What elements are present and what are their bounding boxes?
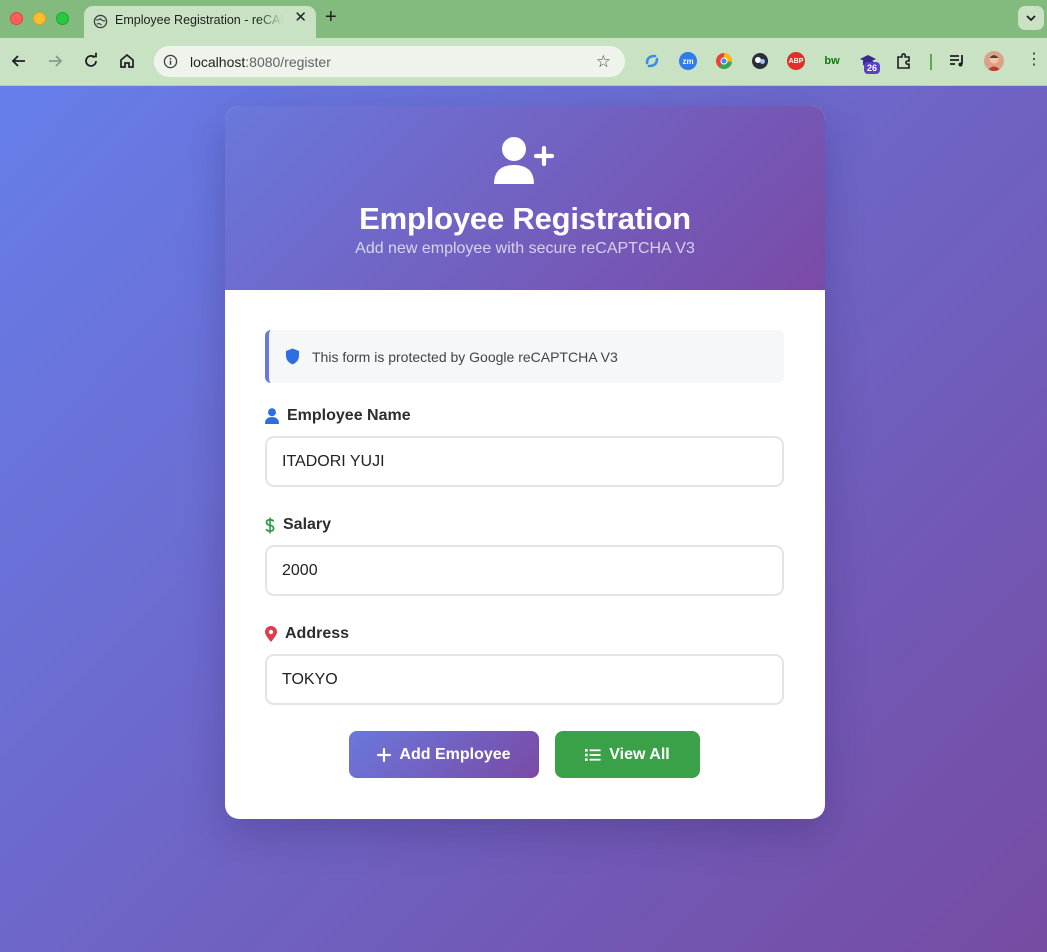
add-employee-label: Add Employee bbox=[399, 745, 511, 763]
add-employee-button[interactable]: Add Employee bbox=[349, 731, 539, 778]
plus-icon bbox=[377, 747, 392, 762]
back-arrow-icon[interactable] bbox=[9, 51, 29, 71]
url-host: localhost bbox=[190, 54, 246, 70]
notice-text: This form is protected by Google reCAPTC… bbox=[312, 349, 618, 365]
globe-icon bbox=[93, 14, 108, 29]
site-info-icon[interactable] bbox=[163, 54, 178, 69]
media-controls-icon[interactable] bbox=[948, 52, 966, 70]
puzzle-extensions-icon[interactable] bbox=[895, 52, 913, 70]
maximize-window-button[interactable] bbox=[56, 12, 69, 25]
employee-name-input[interactable] bbox=[265, 436, 784, 487]
salary-input[interactable] bbox=[265, 545, 784, 596]
url-text: localhost:8080/register bbox=[190, 54, 331, 70]
forward-arrow-icon[interactable] bbox=[45, 51, 65, 71]
recaptcha-notice: This form is protected by Google reCAPTC… bbox=[265, 330, 784, 383]
color-picker-extension-icon[interactable] bbox=[715, 52, 733, 70]
user-icon bbox=[265, 408, 279, 424]
extension-badge: 26 bbox=[864, 62, 881, 74]
adblock-extension-icon[interactable]: ABP bbox=[787, 52, 805, 70]
home-icon[interactable] bbox=[117, 51, 137, 71]
close-window-button[interactable] bbox=[10, 12, 23, 25]
dollar-sign-icon bbox=[265, 517, 275, 533]
shield-icon bbox=[286, 348, 299, 365]
profile-face-icon bbox=[987, 54, 1001, 71]
tab-title: Employee Registration - reCAPTCHA V3 bbox=[115, 13, 283, 27]
ghost-extension-icon[interactable] bbox=[751, 52, 769, 70]
url-path: :8080/register bbox=[245, 54, 331, 70]
list-icon bbox=[585, 748, 601, 761]
address-label-text: Address bbox=[285, 625, 350, 642]
tab-close-icon[interactable]: ✕ bbox=[294, 10, 307, 25]
bw-extension-icon[interactable]: bw bbox=[823, 52, 841, 70]
employee-name-label: Employee Name bbox=[265, 407, 411, 425]
new-tab-button[interactable]: + bbox=[325, 7, 337, 27]
zoom-extension-icon[interactable]: zm bbox=[679, 52, 697, 70]
salary-label-text: Salary bbox=[283, 516, 332, 533]
profile-avatar[interactable] bbox=[984, 51, 1004, 71]
user-plus-icon bbox=[494, 137, 555, 184]
view-all-label: View All bbox=[609, 745, 670, 763]
chevron-down-icon bbox=[1026, 15, 1036, 22]
view-all-button[interactable]: View All bbox=[555, 731, 700, 778]
address-input[interactable] bbox=[265, 654, 784, 705]
map-pin-icon bbox=[265, 626, 277, 642]
tab-search-button[interactable] bbox=[1018, 6, 1044, 30]
employee-name-label-text: Employee Name bbox=[287, 407, 411, 424]
minimize-window-button[interactable] bbox=[33, 12, 46, 25]
toolbar-divider bbox=[930, 54, 932, 70]
card-header: Employee Registration Add new employee w… bbox=[225, 106, 825, 290]
page-background: Employee Registration Add new employee w… bbox=[0, 86, 1047, 952]
registration-card: Employee Registration Add new employee w… bbox=[225, 106, 825, 819]
salary-label: Salary bbox=[265, 516, 331, 534]
page-title: Employee Registration bbox=[359, 201, 691, 236]
address-label: Address bbox=[265, 625, 349, 643]
browser-menu-icon[interactable]: ⋮ bbox=[1026, 52, 1042, 68]
bookmark-star-icon[interactable]: ☆ bbox=[596, 52, 611, 72]
sync-extension-icon[interactable] bbox=[643, 52, 661, 70]
browser-tab-strip: Employee Registration - reCAPTCHA V3 ✕ + bbox=[0, 0, 1047, 38]
address-bar[interactable]: localhost:8080/register ☆ bbox=[154, 46, 625, 77]
browser-toolbar: localhost:8080/register ☆ zm ABP bw 26 ⋮ bbox=[0, 38, 1047, 86]
reload-icon[interactable] bbox=[81, 51, 101, 71]
browser-tab-active[interactable]: Employee Registration - reCAPTCHA V3 ✕ bbox=[84, 6, 316, 38]
page-subtitle: Add new employee with secure reCAPTCHA V… bbox=[355, 240, 695, 257]
